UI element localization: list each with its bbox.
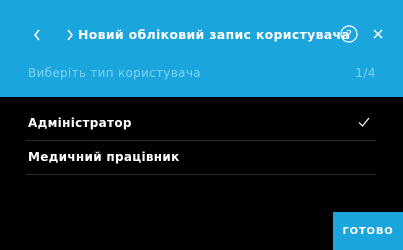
help-icon: ?	[340, 25, 358, 43]
chevron-right-icon	[67, 29, 73, 41]
svg-text:?: ?	[346, 28, 352, 41]
new-user-account-screen: Новий обліковий запис користувача ? Вибе…	[0, 0, 403, 250]
user-type-list: Адміністратор Медичний працівник	[26, 107, 376, 175]
user-type-item-medical-worker[interactable]: Медичний працівник	[26, 141, 376, 175]
header-bar: Новий обліковий запис користувача ? Вибе…	[0, 0, 403, 97]
step-indicator: 1/4	[355, 66, 376, 80]
checkmark-icon	[358, 117, 370, 127]
help-button[interactable]: ?	[340, 25, 358, 43]
done-button[interactable]: ГОТОВО	[333, 212, 403, 250]
page-subtitle: Виберіть тип користувача	[28, 66, 201, 80]
back-button[interactable]	[27, 24, 47, 46]
user-type-label: Медичний працівник	[28, 150, 180, 164]
chevron-left-icon	[34, 29, 40, 41]
breadcrumb-chevron	[64, 24, 76, 46]
user-type-item-administrator[interactable]: Адміністратор	[26, 107, 376, 141]
page-title: Новий обліковий запис користувача	[78, 27, 351, 42]
close-icon	[373, 29, 383, 39]
user-type-label: Адміністратор	[28, 116, 132, 130]
close-button[interactable]	[370, 26, 386, 42]
